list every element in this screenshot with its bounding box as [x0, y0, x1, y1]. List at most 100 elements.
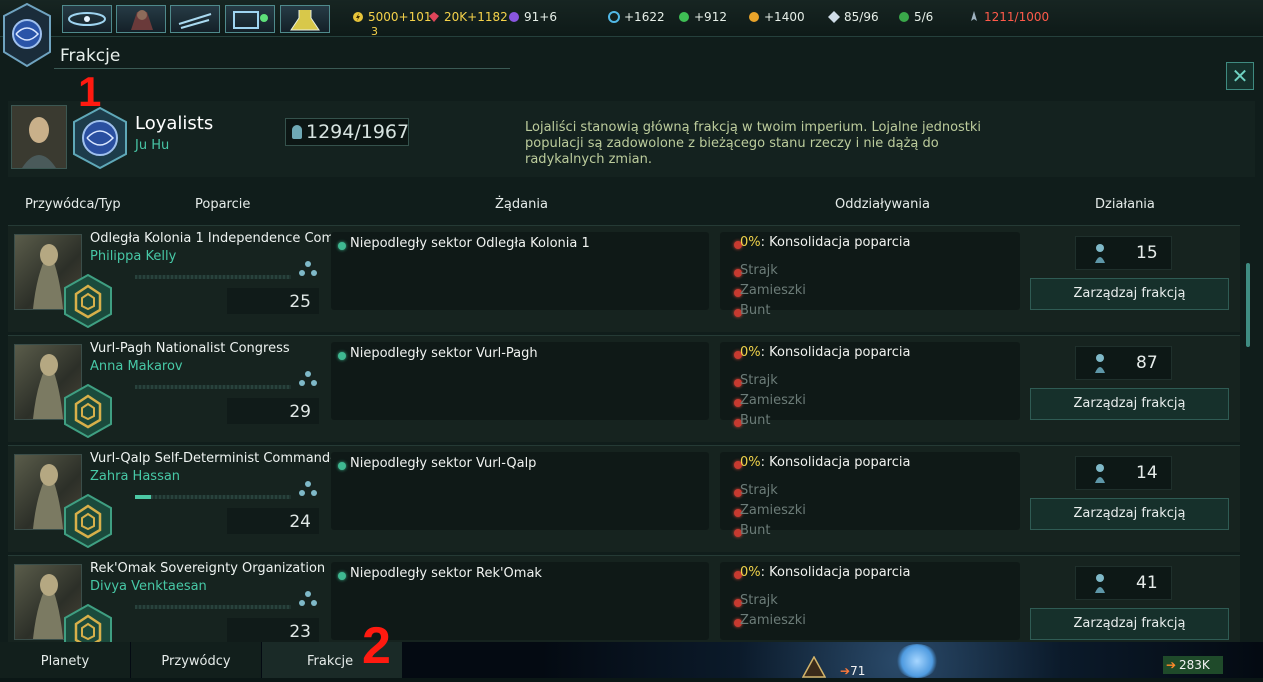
effect-inactive: Zamieszki [740, 503, 806, 518]
faction-row: Odległa Kolonia 1 Independence Committee… [8, 225, 1240, 332]
physics-resource[interactable]: +1622 [608, 10, 665, 24]
minerals-resource[interactable]: 20K+1182 [428, 10, 508, 24]
members-value: 14 [1136, 463, 1158, 483]
manage-faction-button[interactable]: Zarządzaj frakcją [1030, 278, 1229, 310]
faction-name: Vurl-Pagh Nationalist Congress [90, 341, 290, 356]
effect-label: : Konsolidacja poparcia [760, 345, 911, 360]
pops-icon [297, 368, 319, 390]
unity-value: 85/96 [844, 10, 879, 24]
faction-row: Vurl-Qalp Self-Determinist Commando Zahr… [8, 445, 1240, 552]
energy-stock-value: 283K [1179, 658, 1210, 672]
effect-inactive: Zamieszki [740, 613, 806, 628]
research-society-icon [678, 11, 690, 23]
members-box: 15 [1075, 236, 1172, 270]
effect-inactive: Bunt [740, 413, 771, 428]
research-icon[interactable] [280, 5, 330, 33]
effect-inactive: Bunt [740, 303, 771, 318]
population-icon [292, 125, 302, 139]
demand-text: Niepodległy sektor Vurl-Qalp [350, 456, 537, 471]
planets-icon [898, 11, 910, 23]
leader-portrait [11, 105, 67, 169]
manage-faction-button[interactable]: Zarządzaj frakcją [1030, 388, 1229, 420]
demands-box: Niepodległy sektor Vurl-Pagh [331, 342, 709, 420]
faction-leader-name: Philippa Kelly [90, 249, 177, 264]
minerals-icon [428, 11, 440, 23]
scrollbar[interactable] [1246, 263, 1250, 347]
column-effects: Oddziaływania [835, 197, 930, 212]
members-value: 41 [1136, 573, 1158, 593]
faction-population: 1294/1967 [285, 118, 409, 146]
tab-planets[interactable]: Planety [0, 642, 130, 678]
engineering-value: +1400 [764, 10, 805, 24]
influence-icon [508, 11, 520, 23]
energy-resource[interactable]: 5000+101 [352, 10, 432, 24]
column-actions: Działania [1095, 197, 1155, 212]
society-value: +912 [694, 10, 727, 24]
fleet-capacity-value: 1211/1000 [984, 10, 1050, 24]
influence-value: 91+6 [524, 10, 557, 24]
demands-box: Niepodległy sektor Vurl-Qalp [331, 452, 709, 530]
pop-member-icon [1094, 573, 1106, 593]
column-demands: Żądania [495, 197, 548, 212]
effect-active: 0%: Konsolidacja poparcia [740, 235, 910, 250]
effect-percent: 0% [740, 565, 761, 580]
energy-stock[interactable]: ➔ 283K [1163, 656, 1223, 674]
planets-resource[interactable]: 5/6 [898, 10, 933, 24]
alert-icon[interactable] [801, 655, 827, 678]
engineering-resource[interactable]: +1400 [748, 10, 805, 24]
pop-member-icon [1094, 353, 1106, 373]
faction-leader-name: Anna Makarov [90, 359, 183, 374]
effect-inactive: Zamieszki [740, 283, 806, 298]
society-resource[interactable]: +912 [678, 10, 727, 24]
support-bar [135, 385, 291, 389]
effect-label: : Konsolidacja poparcia [760, 455, 911, 470]
effect-active: 0%: Konsolidacja poparcia [740, 565, 910, 580]
faction-type-icon [64, 603, 112, 644]
alert-value: 71 [850, 664, 866, 678]
empire-icon[interactable] [116, 5, 166, 33]
faction-leader: Ju Hu [135, 138, 170, 153]
unity-resource[interactable]: 85/96 [828, 10, 879, 24]
faction-leader-name: Zahra Hassan [90, 469, 181, 484]
support-value: 25 [227, 288, 319, 314]
faction-type-icon [64, 493, 112, 549]
effect-inactive: Zamieszki [740, 393, 806, 408]
panel-title: Frakcje [60, 46, 121, 66]
effect-active: 0%: Konsolidacja poparcia [740, 345, 910, 360]
empire-emblem[interactable] [2, 2, 52, 68]
effects-box: 0%: Konsolidacja poparcia Strajk Zamiesz… [720, 232, 1020, 318]
manage-faction-button[interactable]: Zarządzaj frakcją [1030, 608, 1229, 640]
galaxy-map-icon[interactable] [62, 5, 112, 33]
planner-icon[interactable] [225, 5, 275, 33]
members-box: 87 [1075, 346, 1172, 380]
demand-dot-icon [338, 242, 346, 250]
members-value: 15 [1136, 243, 1158, 263]
support-bar-fill [135, 495, 151, 499]
support-value: 29 [227, 398, 319, 424]
fleet-icon[interactable] [170, 5, 220, 33]
demand-text: Niepodległy sektor Rek'Omak [350, 566, 542, 581]
members-box: 14 [1075, 456, 1172, 490]
close-button[interactable]: ✕ [1226, 62, 1254, 90]
effect-label: : Konsolidacja poparcia [760, 235, 911, 250]
demand-dot-icon [338, 352, 346, 360]
tab-leaders[interactable]: Przywódcy [131, 642, 261, 678]
demands-box: Niepodległy sektor Odległa Kolonia 1 [331, 232, 709, 310]
effect-percent: 0% [740, 235, 761, 250]
effect-inactive: Strajk [740, 483, 778, 498]
pops-icon [297, 588, 319, 610]
fleet-capacity-resource[interactable]: 1211/1000 [968, 10, 1049, 24]
support-value: 23 [227, 618, 319, 644]
influence-resource[interactable]: 91+6 [508, 10, 557, 24]
star-icon [895, 644, 939, 678]
title-divider [54, 68, 510, 69]
faction-name: Loyalists [135, 113, 214, 134]
demand-dot-icon [338, 462, 346, 470]
demand-dot-icon [338, 572, 346, 580]
demand-text: Niepodległy sektor Vurl-Pagh [350, 346, 538, 361]
minerals-value: 20K+1182 [444, 10, 508, 24]
manage-faction-button[interactable]: Zarządzaj frakcją [1030, 498, 1229, 530]
support-value: 24 [227, 508, 319, 534]
annotation-1: 1 [78, 68, 102, 115]
members-box: 41 [1075, 566, 1172, 600]
